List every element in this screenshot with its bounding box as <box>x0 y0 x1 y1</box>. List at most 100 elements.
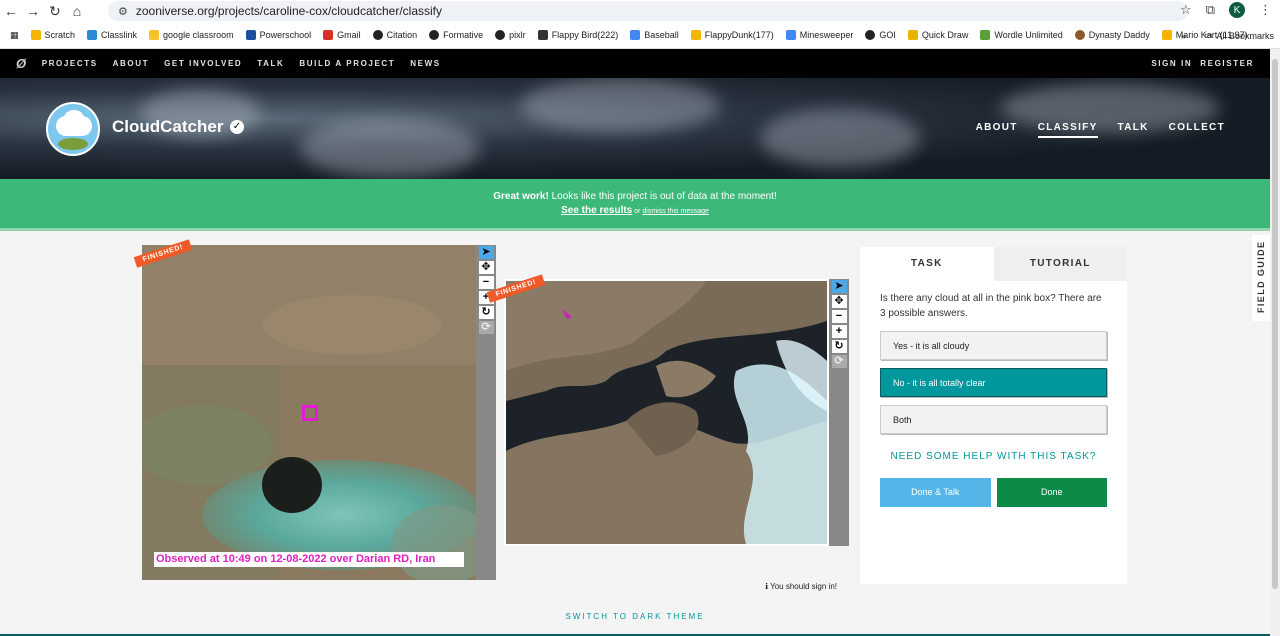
pan-tool-icon[interactable]: ✥ <box>831 295 847 308</box>
bookmark-0[interactable]: Scratch <box>30 30 75 40</box>
nav-about[interactable]: ABOUT <box>113 59 149 68</box>
verified-check-icon: ✓ <box>230 120 244 134</box>
task-question: Is there any cloud at all in the pink bo… <box>880 293 1102 319</box>
bookmark-star-icon[interactable]: ☆ <box>1180 2 1192 18</box>
bookmark-12[interactable]: GOI <box>865 30 896 40</box>
task-tabs: TASK TUTORIAL <box>860 247 1127 281</box>
zoom-in-icon[interactable]: + <box>831 325 847 338</box>
bookmark-2[interactable]: google classroom <box>149 30 234 40</box>
bookmark-favicon-icon <box>537 30 548 40</box>
more-bookmarks-chevron-icon[interactable]: » <box>1181 31 1186 41</box>
nav-get-involved[interactable]: GET INVOLVED <box>164 59 242 68</box>
subject-image-context[interactable] <box>504 279 829 546</box>
bookmark-5[interactable]: Citation <box>372 30 417 40</box>
zoom-out-icon[interactable]: − <box>831 310 847 323</box>
project-nav-collect[interactable]: COLLECT <box>1169 122 1225 138</box>
scrollbar-thumb[interactable] <box>1272 59 1278 589</box>
answer-yes-cloudy[interactable]: Yes - it is all cloudy <box>880 331 1107 360</box>
tab-task[interactable]: TASK <box>860 247 994 281</box>
apps-grid-icon[interactable]: ▦ <box>10 30 19 41</box>
forward-arrow-icon[interactable]: → <box>22 3 44 19</box>
banner-or-text: or <box>632 208 643 215</box>
bookmark-14[interactable]: Wordle Unlimited <box>980 30 1063 40</box>
project-avatar[interactable] <box>46 102 100 156</box>
background-cloud <box>520 78 720 133</box>
task-help-link[interactable]: NEED SOME HELP WITH THIS TASK? <box>860 451 1127 462</box>
bookmark-9[interactable]: Baseball <box>630 30 679 40</box>
sign-in-notice: ℹ You should sign in! <box>765 582 837 591</box>
bookmarks-bar: ▦ Scratch Classlink google classroom Pow… <box>0 22 1280 49</box>
dismiss-message-link[interactable]: dismiss this message <box>642 208 709 215</box>
done-button[interactable]: Done <box>996 478 1107 507</box>
reset-icon[interactable]: ⟳ <box>478 321 494 334</box>
home-icon[interactable]: ⌂ <box>66 3 88 19</box>
project-nav-classify[interactable]: CLASSIFY <box>1037 122 1098 138</box>
project-nav-about[interactable]: ABOUT <box>976 122 1018 138</box>
pointer-tool-icon[interactable]: ➤ <box>478 246 494 259</box>
bookmark-15[interactable]: Dynasty Daddy <box>1074 30 1150 40</box>
reset-icon[interactable]: ⟳ <box>831 355 847 368</box>
answer-no-clear[interactable]: No - it is all totally clear <box>880 368 1107 397</box>
extensions-icon[interactable]: ⧉ <box>1206 2 1215 18</box>
bookmark-favicon-icon <box>865 30 876 40</box>
field-guide-label: FIELD GUIDE <box>1256 240 1266 313</box>
bookmark-8[interactable]: Flappy Bird(222) <box>537 30 618 40</box>
project-title[interactable]: CloudCatcher <box>112 117 223 137</box>
background-cloud <box>760 108 920 168</box>
subject-image-zoomed[interactable] <box>142 245 476 580</box>
bookmark-13[interactable]: Quick Draw <box>907 30 968 40</box>
menu-icon[interactable]: ⋮ <box>1259 2 1272 18</box>
tab-tutorial[interactable]: TUTORIAL <box>993 247 1127 281</box>
zoom-out-icon[interactable]: − <box>478 276 494 289</box>
bookmark-6[interactable]: Formative <box>429 30 483 40</box>
sign-in-notice-text: You should sign in! <box>770 582 837 591</box>
pan-tool-icon[interactable]: ✥ <box>478 261 494 274</box>
bookmark-4[interactable]: Gmail <box>323 30 361 40</box>
bookmark-favicon-icon <box>1161 30 1172 40</box>
pointer-tool-icon[interactable]: ➤ <box>831 280 847 293</box>
all-bookmarks-link[interactable]: All Bookmarks <box>1216 31 1274 41</box>
bookmark-favicon-icon <box>429 30 440 40</box>
page-scrollbar[interactable] <box>1270 49 1280 636</box>
rotate-icon[interactable]: ↻ <box>831 340 847 353</box>
out-of-data-banner: Great work! Looks like this project is o… <box>0 179 1270 231</box>
banner-heading: Great work! <box>493 191 549 202</box>
bookmark-7[interactable]: pixlr <box>495 30 526 40</box>
bookmark-10[interactable]: FlappyDunk(177) <box>690 30 774 40</box>
rotate-icon[interactable]: ↻ <box>478 306 494 319</box>
satellite-image-context <box>506 281 827 544</box>
answer-both[interactable]: Both <box>880 405 1107 434</box>
bookmark-favicon-icon <box>30 30 41 40</box>
project-nav-talk[interactable]: TALK <box>1118 122 1149 138</box>
zooniverse-logo-icon[interactable]: Ø <box>16 56 28 71</box>
nav-build-a-project[interactable]: BUILD A PROJECT <box>299 59 395 68</box>
browser-toolbar: ← → ↻ ⌂ ⚙ zooniverse.org/projects/caroli… <box>0 0 1280 22</box>
field-guide-tab[interactable]: FIELD GUIDE <box>1252 235 1272 321</box>
site-settings-icon[interactable]: ⚙ <box>118 5 128 18</box>
bookmark-favicon-icon <box>785 30 796 40</box>
bookmark-favicon-icon <box>980 30 991 40</box>
back-arrow-icon[interactable]: ← <box>0 3 22 19</box>
bookmark-3[interactable]: Powerschool <box>245 30 311 40</box>
register-link[interactable]: REGISTER <box>1200 59 1254 68</box>
bookmark-favicon-icon <box>907 30 918 40</box>
nav-news[interactable]: NEWS <box>410 59 440 68</box>
done-and-talk-button[interactable]: Done & Talk <box>880 478 991 507</box>
nav-projects[interactable]: PROJECTS <box>42 59 98 68</box>
bookmark-favicon-icon <box>87 30 98 40</box>
switch-theme-link[interactable]: SWITCH TO DARK THEME <box>0 612 1270 621</box>
nav-talk[interactable]: TALK <box>257 59 284 68</box>
bookmark-favicon-icon <box>149 30 160 40</box>
sign-in-link[interactable]: SIGN IN <box>1151 59 1192 68</box>
reload-icon[interactable]: ↻ <box>44 3 66 20</box>
bookmark-11[interactable]: Minesweeper <box>785 30 853 40</box>
profile-avatar[interactable]: K <box>1229 2 1245 18</box>
bookmark-favicon-icon <box>630 30 641 40</box>
bookmark-favicon-icon <box>245 30 256 40</box>
address-bar[interactable]: ⚙ zooniverse.org/projects/caroline-cox/c… <box>108 1 1188 21</box>
bookmark-favicon-icon <box>690 30 701 40</box>
bookmark-1[interactable]: Classlink <box>87 30 137 40</box>
see-results-link[interactable]: See the results <box>561 205 632 216</box>
site-top-nav: Ø PROJECTS ABOUT GET INVOLVED TALK BUILD… <box>0 49 1270 78</box>
image-toolbar-context: ➤ ✥ − + ↻ ⟳ <box>829 279 849 546</box>
